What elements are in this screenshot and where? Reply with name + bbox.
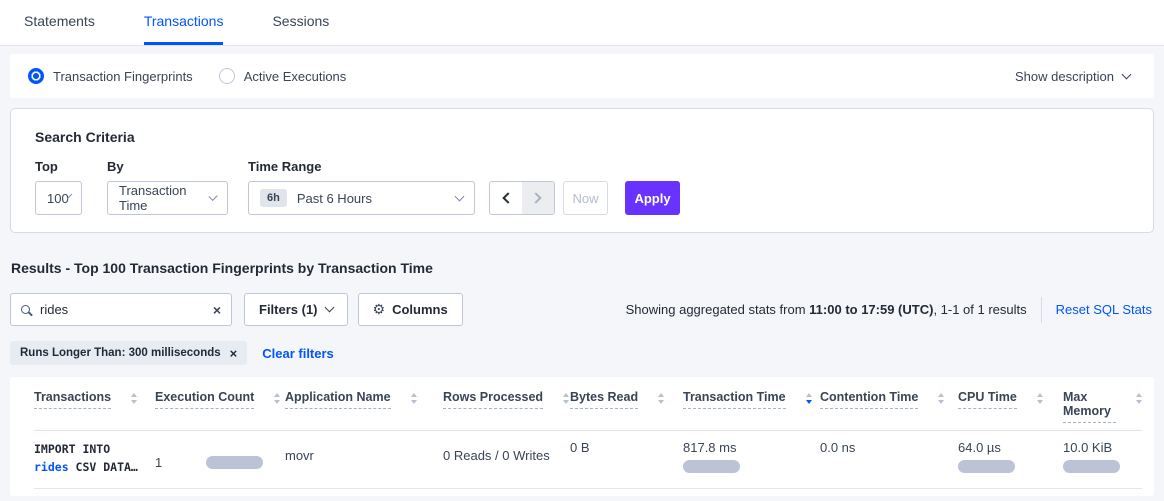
filters-button[interactable]: Filters (1) — [244, 293, 348, 326]
table-row: IMPORT INTO rides CSV DATA… 1 movr 0 Rea… — [34, 431, 1142, 489]
filters-label: Filters (1) — [259, 302, 318, 317]
apply-button[interactable]: Apply — [625, 181, 680, 215]
search-icon — [21, 305, 30, 314]
criteria-controls: Top 100 By Transaction Time Time Range 6… — [35, 159, 1129, 215]
cell-cpu-time: 64.0 µs — [958, 440, 1063, 476]
columns-label: Columns — [392, 302, 448, 317]
clear-filters-link[interactable]: Clear filters — [262, 346, 334, 361]
search-criteria-card: Search Criteria Top 100 By Transaction T… — [10, 108, 1154, 233]
time-prev-button[interactable] — [490, 182, 522, 214]
radio-active-executions[interactable]: Active Executions — [219, 68, 347, 84]
column-header-transaction-time[interactable]: Transaction Time — [683, 390, 820, 423]
search-criteria-title: Search Criteria — [35, 129, 1129, 145]
by-group: By Transaction Time — [107, 159, 228, 215]
column-header-execution-count[interactable]: Execution Count — [155, 390, 285, 423]
column-header-rows-processed[interactable]: Rows Processed — [443, 390, 570, 423]
tab-sessions[interactable]: Sessions — [272, 13, 329, 45]
cell-bytes-read: 0 B — [570, 440, 683, 476]
sort-icon-active-desc[interactable] — [806, 393, 812, 404]
sort-icon[interactable] — [1136, 393, 1142, 404]
view-toggle-bar: Transaction Fingerprints Active Executio… — [10, 54, 1154, 98]
execution-count-bar — [206, 456, 263, 469]
vertical-divider — [1041, 297, 1042, 323]
results-table: Transactions Execution Count Application… — [10, 377, 1154, 496]
time-next-button[interactable] — [522, 182, 554, 214]
column-header-max-memory[interactable]: Max Memory — [1063, 390, 1142, 423]
by-value: Transaction Time — [119, 183, 210, 213]
stats-summary: Showing aggregated stats from 11:00 to 1… — [626, 302, 1027, 317]
radio-label: Active Executions — [244, 69, 347, 84]
summary-prefix: Showing aggregated stats from — [626, 302, 810, 317]
results-toolbar: rides × Filters (1) ⚙ Columns Showing ag… — [10, 293, 1154, 326]
results-heading: Results - Top 100 Transaction Fingerprin… — [11, 260, 1164, 276]
chevron-left-icon — [502, 192, 513, 203]
column-header-bytes-read[interactable]: Bytes Read — [570, 390, 683, 423]
cell-execution-count: 1 — [155, 440, 285, 476]
search-value: rides — [40, 302, 213, 317]
column-header-cpu-time[interactable]: CPU Time — [958, 390, 1063, 423]
cell-application-name: movr — [285, 440, 443, 476]
chevron-right-icon — [530, 192, 541, 203]
search-match-highlight: rides — [34, 460, 69, 474]
show-description-toggle[interactable]: Show description — [1015, 69, 1130, 84]
tab-statements[interactable]: Statements — [24, 13, 95, 45]
column-header-transactions[interactable]: Transactions — [34, 390, 155, 423]
chevron-down-icon — [1122, 69, 1132, 79]
table-header-row: Transactions Execution Count Application… — [34, 377, 1142, 431]
now-button[interactable]: Now — [563, 181, 608, 215]
radio-unselected-icon — [219, 68, 235, 84]
clear-search-icon[interactable]: × — [213, 303, 221, 317]
remove-filter-icon[interactable]: × — [230, 347, 238, 360]
search-input[interactable]: rides × — [10, 293, 232, 326]
transaction-fingerprint-link[interactable]: IMPORT INTO rides CSV DATA… — [34, 440, 155, 476]
sort-icon[interactable] — [563, 393, 569, 404]
max-memory-bar — [1063, 460, 1120, 473]
top-group: Top 100 — [35, 159, 82, 215]
gear-icon: ⚙ — [373, 302, 386, 318]
summary-range: 11:00 to 17:59 (UTC) — [809, 302, 933, 317]
sort-icon[interactable] — [658, 393, 664, 404]
active-filters-row: Runs Longer Than: 300 milliseconds × Cle… — [10, 341, 1154, 365]
chevron-down-icon — [324, 303, 334, 313]
tab-transactions[interactable]: Transactions — [144, 13, 224, 45]
top-label: Top — [35, 159, 82, 174]
cell-max-memory: 10.0 KiB — [1063, 440, 1142, 476]
time-nav-buttons — [489, 181, 555, 215]
column-header-contention-time[interactable]: Contention Time — [820, 390, 958, 423]
transactions-page: Statements Transactions Sessions Transac… — [0, 0, 1164, 501]
filter-chip: Runs Longer Than: 300 milliseconds × — [10, 341, 247, 365]
by-label: By — [107, 159, 228, 174]
transaction-time-bar — [683, 460, 740, 473]
cell-rows-processed: 0 Reads / 0 Writes — [443, 440, 570, 476]
time-range-badge: 6h — [260, 189, 287, 207]
columns-button[interactable]: ⚙ Columns — [358, 293, 463, 326]
by-select[interactable]: Transaction Time — [107, 181, 228, 215]
sort-icon[interactable] — [1037, 393, 1043, 404]
top-select[interactable]: 100 — [35, 181, 82, 215]
filter-chip-label: Runs Longer Than: 300 milliseconds — [20, 347, 221, 359]
cell-transaction-time: 817.8 ms — [683, 440, 820, 476]
cell-contention-time: 0.0 ns — [820, 440, 958, 476]
radio-selected-icon — [28, 68, 44, 84]
time-range-group: Time Range 6h Past 6 Hours — [248, 159, 475, 215]
time-range-value: Past 6 Hours — [297, 191, 372, 206]
show-description-label: Show description — [1015, 69, 1114, 84]
sort-icon[interactable] — [411, 393, 417, 404]
summary-suffix: , 1-1 of 1 results — [933, 302, 1026, 317]
sort-icon[interactable] — [131, 393, 137, 404]
sort-icon[interactable] — [938, 393, 944, 404]
chevron-down-icon — [455, 191, 465, 201]
page-tabs: Statements Transactions Sessions — [0, 0, 1164, 46]
time-range-select[interactable]: 6h Past 6 Hours — [248, 181, 475, 215]
column-header-application-name[interactable]: Application Name — [285, 390, 443, 423]
reset-sql-stats-link[interactable]: Reset SQL Stats — [1056, 302, 1154, 317]
sort-icon[interactable] — [274, 393, 280, 404]
time-range-label: Time Range — [248, 159, 475, 174]
radio-label: Transaction Fingerprints — [53, 69, 193, 84]
cpu-time-bar — [958, 460, 1015, 473]
radio-transaction-fingerprints[interactable]: Transaction Fingerprints — [28, 68, 193, 84]
